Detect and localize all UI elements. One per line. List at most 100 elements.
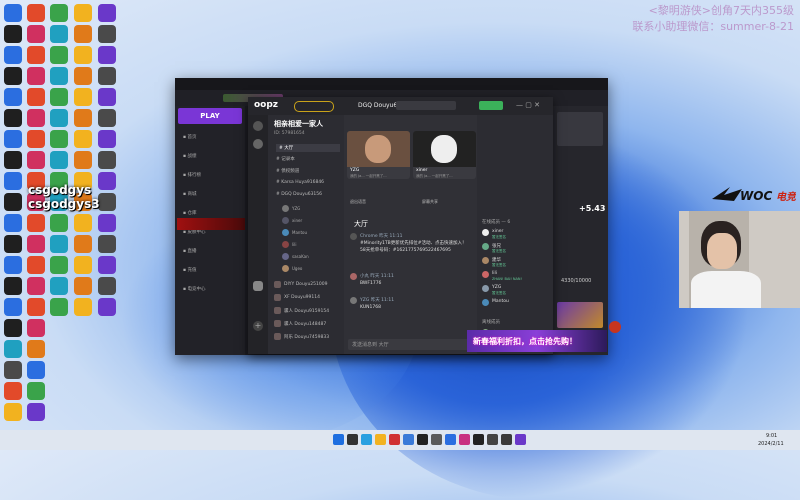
desktop-app-icon[interactable]	[27, 403, 45, 421]
member-name[interactable]: lili	[492, 271, 497, 276]
desktop-app-icon[interactable]	[27, 277, 45, 295]
desktop-app-icon[interactable]	[4, 88, 22, 106]
desktop-app-icon[interactable]	[4, 130, 22, 148]
desktop-app-icon[interactable]	[74, 109, 92, 127]
video-card[interactable]: xiner 我的 Ja... 一起开黑了...	[413, 131, 476, 179]
desktop-app-icon[interactable]	[4, 298, 22, 316]
search-input[interactable]	[396, 101, 456, 110]
desktop-app-icon[interactable]	[4, 214, 22, 232]
voice-user-name[interactable]: xiner	[292, 218, 302, 223]
launcher-nav-item[interactable]: ▪ 仓库	[183, 210, 196, 216]
desktop-app-icon[interactable]	[74, 298, 92, 316]
desktop-app-icon[interactable]	[98, 109, 116, 127]
message-author[interactable]: 小丸 昨天 11:11	[360, 273, 394, 279]
desktop-app-icon[interactable]	[27, 46, 45, 64]
message-input[interactable]: 发送消息到 大厅	[348, 339, 473, 350]
taskbar-app-icon[interactable]	[389, 434, 400, 445]
desktop-app-icon[interactable]	[4, 46, 22, 64]
launcher-nav-item[interactable]: ▪ 充值	[183, 267, 196, 273]
desktop-app-icon[interactable]	[98, 193, 116, 211]
desktop-app-icon[interactable]	[4, 172, 22, 190]
voice-user-name[interactable]: Ugeo	[292, 266, 302, 271]
desktop-app-icon[interactable]	[74, 46, 92, 64]
desktop-app-icon[interactable]	[4, 382, 22, 400]
desktop-app-icon[interactable]	[98, 172, 116, 190]
desktop-app-icon[interactable]	[50, 67, 68, 85]
channel-item[interactable]: # Karsa Huya916846	[276, 180, 324, 185]
desktop-app-icon[interactable]	[4, 361, 22, 379]
desktop-app-icon[interactable]	[98, 67, 116, 85]
taskbar-app-icon[interactable]	[487, 434, 498, 445]
taskbar-app-icon[interactable]	[347, 434, 358, 445]
desktop-app-icon[interactable]	[98, 130, 116, 148]
desktop-app-icon[interactable]	[98, 214, 116, 232]
channel-item[interactable]: 骡人 Douyu9159154	[284, 308, 329, 314]
member-name[interactable]: Mantou	[492, 299, 509, 304]
launcher-nav-item[interactable]: ▪ 排行榜	[183, 172, 201, 178]
desktop-app-icon[interactable]	[27, 298, 45, 316]
desktop-app-icon[interactable]	[98, 151, 116, 169]
desktop-app-icon[interactable]	[74, 214, 92, 232]
voice-user-name[interactable]: lili	[292, 242, 296, 247]
desktop-app-icon[interactable]	[27, 235, 45, 253]
desktop-app-icon[interactable]	[4, 193, 22, 211]
taskbar-app-icon[interactable]	[473, 434, 484, 445]
launcher-nav-item[interactable]: ▪ 商城	[183, 191, 196, 197]
voice-control[interactable]: 退出语音	[350, 199, 366, 205]
desktop-app-icon[interactable]	[74, 235, 92, 253]
desktop-app-icon[interactable]	[27, 151, 45, 169]
member-name[interactable]: YZG	[492, 285, 501, 290]
taskbar-app-icon[interactable]	[515, 434, 526, 445]
member-name[interactable]: xiner	[492, 229, 503, 234]
desktop-app-icon[interactable]	[27, 340, 45, 358]
desktop-app-icon[interactable]	[98, 298, 116, 316]
taskbar-app-icon[interactable]	[403, 434, 414, 445]
launcher-nav-item[interactable]: ▪ 直播	[183, 248, 196, 254]
launcher-nav-item[interactable]: ▪ 首页	[183, 134, 196, 140]
channel-item[interactable]: # 债权频道	[276, 168, 299, 174]
desktop-app-icon[interactable]	[4, 403, 22, 421]
play-button[interactable]: PLAY	[178, 108, 242, 124]
desktop-app-icon[interactable]	[98, 235, 116, 253]
desktop-app-icon[interactable]	[27, 67, 45, 85]
desktop-app-icon[interactable]	[98, 46, 116, 64]
desktop-app-icon[interactable]	[74, 88, 92, 106]
server-icon-3[interactable]	[253, 281, 263, 291]
channel-item[interactable]: # 记录本	[276, 156, 295, 162]
promo-banner[interactable]: 新春福利折扣，点击抢先购！	[467, 330, 607, 352]
desktop-app-icon[interactable]	[27, 214, 45, 232]
taskbar-app-icon[interactable]	[431, 434, 442, 445]
desktop-app-icon[interactable]	[50, 256, 68, 274]
desktop-app-icon[interactable]	[98, 256, 116, 274]
taskbar-app-icon[interactable]	[333, 434, 344, 445]
desktop-app-icon[interactable]	[27, 4, 45, 22]
desktop-app-icon[interactable]	[27, 256, 45, 274]
right-ad-card[interactable]	[557, 302, 603, 328]
desktop-app-icon[interactable]	[50, 298, 68, 316]
desktop-app-icon[interactable]	[27, 382, 45, 400]
desktop-app-icon[interactable]	[50, 25, 68, 43]
taskbar-app-icon[interactable]	[501, 434, 512, 445]
desktop-app-icon[interactable]	[4, 109, 22, 127]
channel-item[interactable]: # 大厅	[276, 144, 340, 152]
desktop-app-icon[interactable]	[27, 319, 45, 337]
desktop-app-icon[interactable]	[74, 256, 92, 274]
desktop-app-icon[interactable]	[4, 340, 22, 358]
channel-item[interactable]: DIYY Douyu251009	[284, 282, 327, 287]
add-server-icon[interactable]: +	[253, 321, 263, 331]
desktop-app-icon[interactable]	[74, 4, 92, 22]
server-icon-2[interactable]	[253, 139, 263, 149]
window-controls[interactable]: — ▢ ✕	[516, 101, 540, 109]
launcher-nav-item[interactable]: ▪ 电竞中心	[183, 286, 205, 292]
channel-item[interactable]: 阿乐 Douyu7459833	[284, 334, 329, 340]
desktop-app-icon[interactable]	[27, 361, 45, 379]
desktop-app-icon[interactable]	[98, 4, 116, 22]
taskbar-app-icon[interactable]	[375, 434, 386, 445]
desktop-app-icon[interactable]	[27, 109, 45, 127]
channel-item[interactable]: # DGQ Douyu63156	[276, 192, 322, 197]
desktop-app-icon[interactable]	[50, 214, 68, 232]
desktop-app-icon[interactable]	[98, 88, 116, 106]
message-author[interactable]: YZG 昨天 11:11	[360, 297, 394, 303]
voice-user-name[interactable]: Mantou	[292, 230, 307, 235]
taskbar-app-icon[interactable]	[445, 434, 456, 445]
